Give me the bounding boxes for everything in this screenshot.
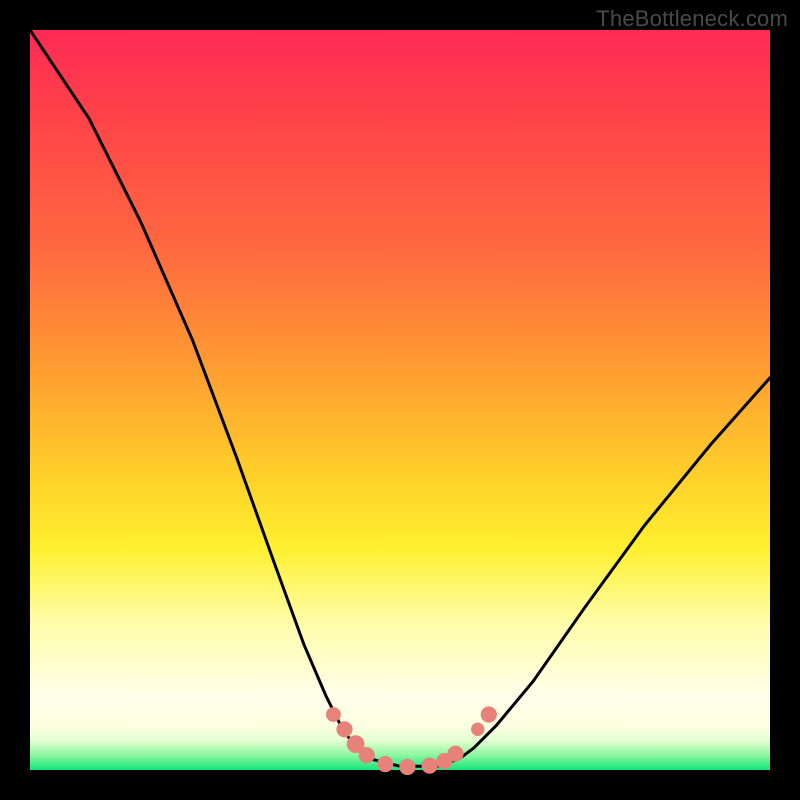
curve-marker (471, 723, 484, 736)
bottleneck-curve-path (30, 30, 770, 766)
curve-marker (377, 756, 393, 772)
curve-marker (326, 707, 341, 722)
curve-marker (481, 706, 497, 722)
curve-markers (326, 706, 497, 775)
watermark-text: TheBottleneck.com (596, 6, 788, 32)
curve-marker (336, 721, 352, 737)
curve-marker (422, 758, 438, 774)
curve-marker (399, 759, 415, 775)
bottleneck-curve-svg (30, 30, 770, 770)
chart-frame: TheBottleneck.com (0, 0, 800, 800)
curve-marker (359, 747, 375, 763)
curve-marker (447, 746, 463, 762)
chart-plot-area (30, 30, 770, 770)
